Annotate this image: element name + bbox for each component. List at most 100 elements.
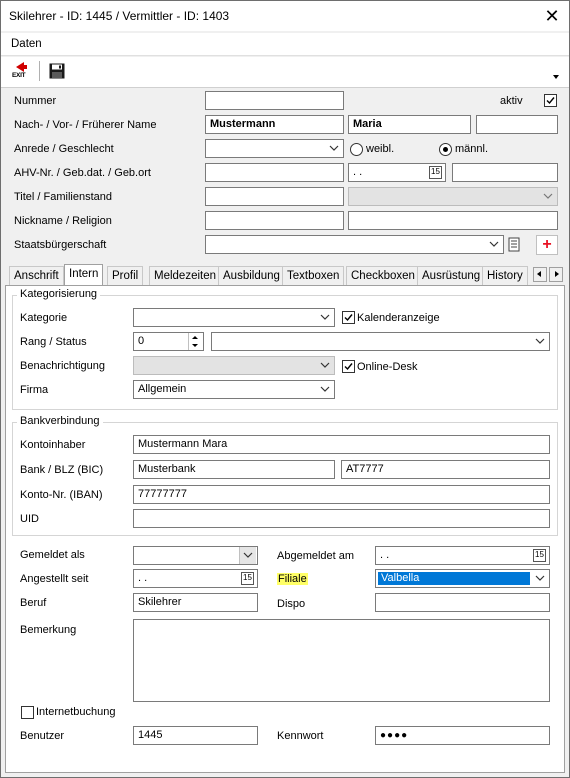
dropdown-button[interactable] [239,547,256,564]
tab-checkboxen[interactable]: Checkboxen [346,266,420,285]
check-icon [344,314,353,322]
spinner-up-icon[interactable] [192,336,198,339]
add-button[interactable]: + [536,235,558,255]
chevron-down-icon [535,338,545,344]
tab-meldezeiten[interactable]: Meldezeiten [149,266,222,285]
rang-spinner[interactable]: 0 [133,332,204,351]
online-desk-checkbox[interactable] [342,360,355,373]
familienstand-select[interactable] [348,187,558,206]
calendar-icon[interactable]: 15 [533,549,546,562]
firma-label: Firma [20,384,49,396]
spinner-buttons[interactable] [188,333,202,350]
firma-select[interactable]: Allgemein [133,380,335,399]
nickname-label: Nickname / Religion [14,215,112,227]
benutzer-input[interactable]: 1445 [133,726,258,745]
ahv-label: AHV-Nr. / Geb.dat. / Geb.ort [14,167,151,179]
online-desk-label: Online-Desk [357,361,418,373]
kalenderanzeige-checkbox[interactable] [342,311,355,324]
filiale-select[interactable]: Valbella [375,569,550,588]
filiale-value: Valbella [381,572,420,584]
tab-scroll-right-icon[interactable] [549,267,563,282]
uid-input[interactable] [133,509,550,528]
dispo-label: Dispo [277,598,306,610]
gebort-input[interactable] [452,163,558,182]
bankverbindung-title: Bankverbindung [17,415,103,427]
aktiv-label: aktiv [500,95,523,107]
filiale-label: Filiale [277,573,308,585]
abgemeldet-input[interactable]: . . 15 [375,546,550,565]
rang-label: Rang / Status [20,336,87,348]
save-button[interactable] [49,63,65,79]
konto-input[interactable]: 77777777 [133,485,550,504]
name-label: Nach- / Vor- / Früherer Name [14,119,157,131]
staatsbuerger-label: Staatsbürgerschaft [14,239,107,251]
maennl-radio[interactable] [439,143,452,156]
anrede-label: Anrede / Geschlecht [14,143,114,155]
chevron-down-icon [320,314,330,320]
check-icon [546,97,555,105]
nachname-input[interactable]: Mustermann [205,115,344,134]
dispo-input[interactable] [375,593,550,612]
exit-arrow-tail [21,65,27,69]
tab-ausruestung[interactable]: Ausrüstung [417,266,486,285]
bank-input[interactable]: Musterbank [133,460,335,479]
menu-daten[interactable]: Daten [11,38,42,50]
gebdat-input[interactable]: . . 15 [348,163,446,182]
window-title: Skilehrer - ID: 1445 / Vermittler - ID: … [9,9,230,23]
nickname-input[interactable] [205,211,344,230]
gemeldet-select[interactable] [133,546,258,565]
frueherer-name-input[interactable] [476,115,558,134]
kennwort-input[interactable]: ●●●● [375,726,550,745]
bemerkung-textarea[interactable] [133,619,550,702]
abgemeldet-label: Abgemeldet am [277,550,355,562]
tab-textboxen[interactable]: Textboxen [282,266,345,285]
kategorie-select[interactable] [133,308,335,327]
nummer-input[interactable] [205,91,344,110]
close-icon[interactable]: ✕ [541,5,563,27]
chevron-down-icon [543,193,553,199]
angestellt-value: . . [138,572,148,584]
titel-input[interactable] [205,187,344,206]
bic-input[interactable]: AT7777 [341,460,550,479]
maennl-label: männl. [455,143,489,155]
weibl-radio[interactable] [350,143,363,156]
nummer-label: Nummer [14,95,57,107]
list-icon[interactable] [508,237,520,252]
tab-history[interactable]: History [482,266,528,285]
calendar-icon[interactable]: 15 [241,572,254,585]
benachrichtigung-select[interactable] [133,356,335,375]
tab-intern[interactable]: Intern [64,264,104,286]
konto-label: Konto-Nr. (IBAN) [20,489,103,501]
gebdat-value: . . [353,166,363,178]
kontoinhaber-label: Kontoinhaber [20,439,86,451]
radio-dot [443,147,448,152]
status-select[interactable] [211,332,550,351]
angestellt-input[interactable]: . . 15 [133,569,258,588]
religion-input[interactable] [348,211,558,230]
staatsbuerger-select[interactable] [205,235,504,254]
anrede-select[interactable] [205,139,344,158]
window: Skilehrer - ID: 1445 / Vermittler - ID: … [0,0,570,778]
abgemeldet-value: . . [380,549,390,561]
ahv-input[interactable] [205,163,344,182]
internetbuchung-checkbox[interactable] [21,706,34,719]
kennwort-label: Kennwort [277,730,324,742]
tab-profil[interactable]: Profil [107,266,144,285]
check-icon [344,363,353,371]
tab-anschrift[interactable]: Anschrift [9,266,64,285]
vorname-input[interactable]: Maria [348,115,471,134]
spinner-down-icon[interactable] [192,344,198,347]
save-icon [49,63,65,79]
chevron-down-icon [489,241,499,247]
chevron-down-icon [320,386,330,392]
tab-ausbildung[interactable]: Ausbildung [218,266,285,285]
beruf-input[interactable]: Skilehrer [133,593,258,612]
aktiv-checkbox[interactable] [544,94,557,107]
kontoinhaber-input[interactable]: Mustermann Mara [133,435,550,454]
bank-label: Bank / BLZ (BIC) [20,464,104,476]
toolbar-overflow-icon[interactable] [553,75,559,79]
calendar-icon[interactable]: 15 [429,166,442,179]
toolbar-separator [39,61,40,81]
tab-scroll-left-icon[interactable] [533,267,547,282]
exit-button[interactable]: EXIT [10,61,32,83]
